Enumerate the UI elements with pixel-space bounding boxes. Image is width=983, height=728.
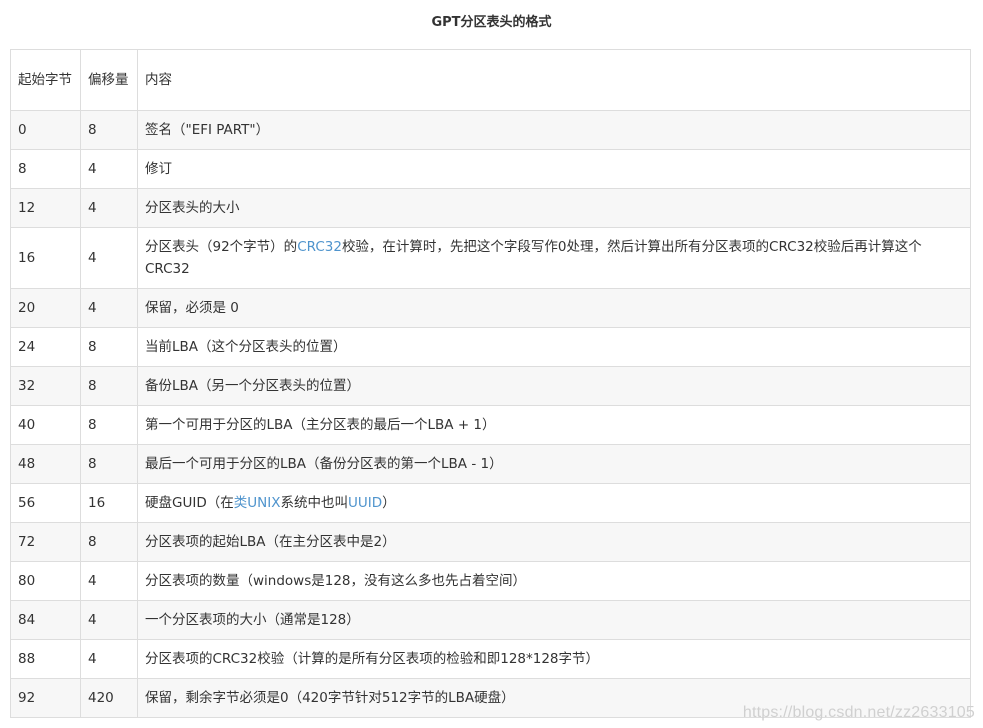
content-text: 硬盘GUID（在 — [145, 495, 234, 511]
cell-start: 48 — [10, 444, 81, 484]
table-row: 12 4 分区表头的大小 — [10, 188, 971, 228]
table-row: 56 16 硬盘GUID（在类UNIX系统中也叫UUID） — [10, 483, 971, 523]
cell-size: 4 — [80, 188, 138, 228]
table-row: 48 8 最后一个可用于分区的LBA（备份分区表的第一个LBA - 1） — [10, 444, 971, 484]
cell-content: 最后一个可用于分区的LBA（备份分区表的第一个LBA - 1） — [137, 444, 971, 484]
cell-start: 80 — [10, 561, 81, 601]
cell-start: 84 — [10, 600, 81, 640]
table-row: 72 8 分区表项的起始LBA（在主分区表中是2） — [10, 522, 971, 562]
table-header-row: 起始字节 偏移量 内容 — [10, 49, 971, 111]
unix-like-link[interactable]: 类UNIX — [234, 495, 281, 511]
column-header-offset: 偏移量 — [80, 49, 138, 111]
table-row: 8 4 修订 — [10, 149, 971, 189]
table-row: 80 4 分区表项的数量（windows是128，没有这么多也先占着空间） — [10, 561, 971, 601]
table-row: 84 4 一个分区表项的大小（通常是128） — [10, 600, 971, 640]
cell-size: 8 — [80, 444, 138, 484]
cell-content: 备份LBA（另一个分区表头的位置） — [137, 366, 971, 406]
table-row: 40 8 第一个可用于分区的LBA（主分区表的最后一个LBA + 1） — [10, 405, 971, 445]
table-caption: GPT分区表头的格式 — [431, 15, 552, 30]
cell-size: 4 — [80, 600, 138, 640]
cell-content: 修订 — [137, 149, 971, 189]
cell-content: 一个分区表项的大小（通常是128） — [137, 600, 971, 640]
csdn-watermark: https://blog.csdn.net/zz2633105 — [742, 704, 975, 721]
cell-size: 8 — [80, 110, 138, 150]
cell-size: 4 — [80, 227, 138, 289]
table-row: 88 4 分区表项的CRC32校验（计算的是所有分区表项的检验和即128*128… — [10, 639, 971, 679]
cell-content: 第一个可用于分区的LBA（主分区表的最后一个LBA + 1） — [137, 405, 971, 445]
cell-content: 分区表项的CRC32校验（计算的是所有分区表项的检验和即128*128字节） — [137, 639, 971, 679]
cell-start: 0 — [10, 110, 81, 150]
table-row: 24 8 当前LBA（这个分区表头的位置） — [10, 327, 971, 367]
column-header-start-byte: 起始字节 — [10, 49, 81, 111]
cell-size: 4 — [80, 149, 138, 189]
cell-size: 4 — [80, 639, 138, 679]
cell-start: 20 — [10, 288, 81, 328]
cell-size: 8 — [80, 366, 138, 406]
cell-size: 8 — [80, 327, 138, 367]
cell-content: 分区表头（92个字节）的CRC32校验，在计算时，先把这个字段写作0处理，然后计… — [137, 227, 971, 289]
cell-start: 24 — [10, 327, 81, 367]
cell-size: 420 — [80, 678, 138, 718]
cell-start: 12 — [10, 188, 81, 228]
table-row: 16 4 分区表头（92个字节）的CRC32校验，在计算时，先把这个字段写作0处… — [10, 227, 971, 289]
cell-size: 4 — [80, 288, 138, 328]
cell-start: 56 — [10, 483, 81, 523]
cell-size: 16 — [80, 483, 138, 523]
cell-size: 4 — [80, 561, 138, 601]
column-header-content: 内容 — [137, 49, 971, 111]
cell-start: 16 — [10, 227, 81, 289]
cell-start: 32 — [10, 366, 81, 406]
cell-content: 分区表项的数量（windows是128，没有这么多也先占着空间） — [137, 561, 971, 601]
cell-content: 硬盘GUID（在类UNIX系统中也叫UUID） — [137, 483, 971, 523]
table-row: 0 8 签名（"EFI PART"） — [10, 110, 971, 150]
cell-content: 分区表头的大小 — [137, 188, 971, 228]
table-row: 32 8 备份LBA（另一个分区表头的位置） — [10, 366, 971, 406]
cell-size: 8 — [80, 522, 138, 562]
gpt-header-format-table: 起始字节 偏移量 内容 0 8 签名（"EFI PART"） 8 4 修订 12… — [10, 49, 971, 718]
cell-start: 8 — [10, 149, 81, 189]
table-row: 20 4 保留，必须是 0 — [10, 288, 971, 328]
cell-content: 分区表项的起始LBA（在主分区表中是2） — [137, 522, 971, 562]
cell-start: 72 — [10, 522, 81, 562]
cell-start: 92 — [10, 678, 81, 718]
content-text: ） — [382, 495, 396, 511]
cell-size: 8 — [80, 405, 138, 445]
cell-start: 88 — [10, 639, 81, 679]
content-text: 系统中也叫 — [280, 495, 348, 511]
crc32-link[interactable]: CRC32 — [297, 239, 342, 255]
content-text: 分区表头（92个字节）的 — [145, 239, 298, 255]
cell-start: 40 — [10, 405, 81, 445]
cell-content: 保留，必须是 0 — [137, 288, 971, 328]
uuid-link[interactable]: UUID — [348, 495, 382, 511]
cell-content: 签名（"EFI PART"） — [137, 110, 971, 150]
cell-content: 当前LBA（这个分区表头的位置） — [137, 327, 971, 367]
